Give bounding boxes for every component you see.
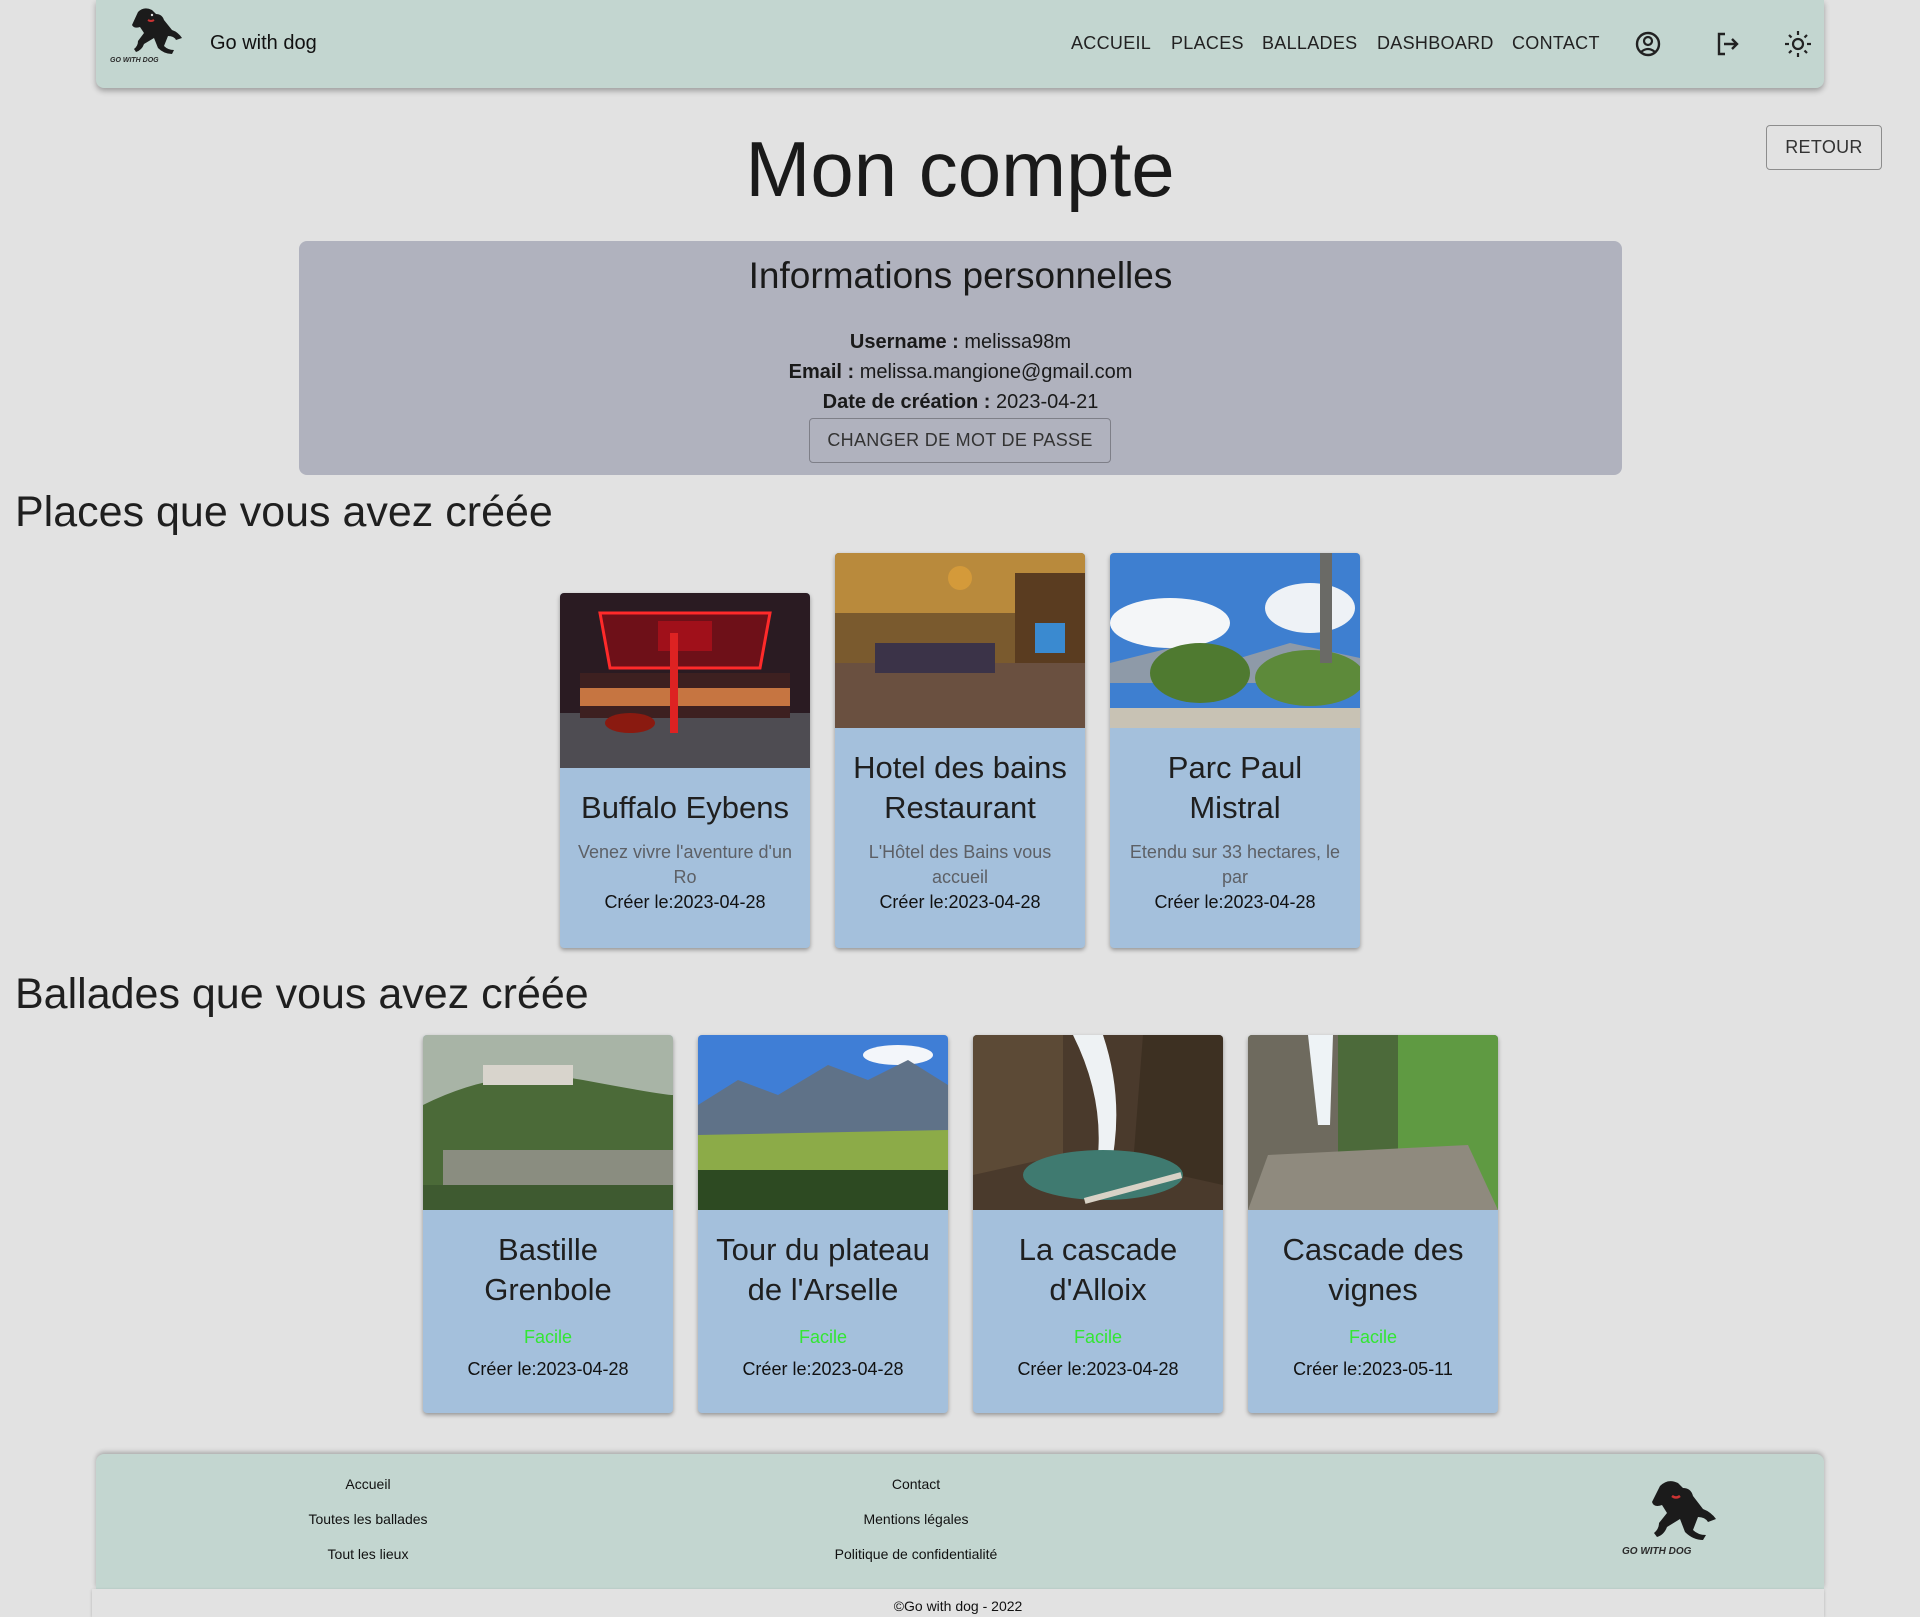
place-description: L'Hôtel des Bains vous accueil — [868, 842, 1052, 887]
ballade-image — [973, 1035, 1223, 1210]
creation-date-label: Date de création : — [822, 391, 991, 413]
place-name: Parc Paul Mistral — [1167, 750, 1303, 825]
change-password-button[interactable]: CHANGER DE MOT DE PASSE — [809, 418, 1111, 463]
footer-link-accueil[interactable]: Accueil — [218, 1476, 518, 1492]
email-value: melissa.mangione@gmail.com — [859, 361, 1133, 383]
place-image — [835, 553, 1085, 728]
place-card[interactable]: Hotel des bains Restaurant L'Hôtel des B… — [835, 553, 1085, 948]
ballade-image — [1248, 1035, 1498, 1210]
username-label: Username : — [849, 331, 959, 353]
ballade-date: Créer le:2023-04-28 — [1017, 1359, 1179, 1379]
email-label: Email : — [788, 361, 855, 383]
ballade-name: Tour du plateau de l'Arselle — [716, 1232, 930, 1307]
place-name: Hotel des bains Restaurant — [853, 750, 1067, 825]
place-image — [560, 593, 810, 768]
ballade-name: Bastille Grenbole — [484, 1232, 612, 1307]
ballade-card[interactable]: Cascade des vignes Facile Créer le:2023-… — [1248, 1035, 1498, 1413]
ballade-difficulty: Facile — [523, 1327, 572, 1347]
nav-dashboard[interactable]: DASHBOARD — [1377, 33, 1494, 54]
ballade-difficulty: Facile — [798, 1327, 847, 1347]
nav-accueil[interactable]: ACCUEIL — [1071, 33, 1151, 54]
place-date: Créer le:2023-04-28 — [879, 892, 1041, 912]
account-icon[interactable] — [1632, 28, 1664, 60]
logout-icon[interactable] — [1711, 28, 1743, 60]
username-value: melissa98m — [964, 331, 1072, 353]
copyright-text: ©Go with dog - 2022 — [893, 1598, 1023, 1614]
ballade-image — [423, 1035, 673, 1210]
ballade-name: La cascade d'Alloix — [1018, 1232, 1178, 1307]
footer-link-privacy[interactable]: Politique de confidentialité — [766, 1546, 1066, 1562]
place-description: Etendu sur 33 hectares, le par — [1129, 842, 1341, 887]
theme-toggle-sun-icon[interactable] — [1782, 28, 1814, 60]
nav-contact[interactable]: CONTACT — [1512, 33, 1600, 54]
footer-link-ballades[interactable]: Toutes les ballades — [218, 1511, 518, 1527]
brand-name[interactable]: Go with dog — [210, 32, 317, 55]
email-line: Email : melissa.mangione@gmail.com — [299, 361, 1622, 384]
place-date: Créer le:2023-04-28 — [604, 892, 766, 912]
ballade-difficulty: Facile — [1348, 1327, 1397, 1347]
ballade-name: Cascade des vignes — [1282, 1232, 1464, 1307]
place-image — [1110, 553, 1360, 728]
footer-link-contact[interactable]: Contact — [766, 1476, 1066, 1492]
username-line: Username : melissa98m — [299, 331, 1622, 354]
place-name: Buffalo Eybens — [581, 790, 789, 825]
creation-date-line: Date de création : 2023-04-21 — [299, 391, 1622, 414]
footer-link-mentions[interactable]: Mentions légales — [766, 1511, 1066, 1527]
copyright-bar: ©Go with dog - 2022 — [92, 1589, 1824, 1617]
ballade-image — [698, 1035, 948, 1210]
place-date: Créer le:2023-04-28 — [1154, 892, 1316, 912]
ballade-date: Créer le:2023-05-11 — [1293, 1359, 1453, 1379]
footer: Accueil Toutes les ballades Tout les lie… — [96, 1454, 1824, 1589]
ballade-difficulty: Facile — [1073, 1327, 1122, 1347]
ballades-section-title: Ballades que vous avez créée — [15, 970, 589, 1018]
ballade-card[interactable]: Tour du plateau de l'Arselle Facile Crée… — [698, 1035, 948, 1413]
place-card[interactable]: Parc Paul Mistral Etendu sur 33 hectares… — [1110, 553, 1360, 948]
footer-logo-text: GO WITH DOG — [1622, 1546, 1692, 1557]
personal-info-panel: Informations personnelles Username : mel… — [299, 241, 1622, 475]
place-description: Venez vivre l'aventure d'un Ro — [577, 842, 792, 887]
logo-text: GO WITH DOG — [110, 57, 159, 64]
footer-link-lieux[interactable]: Tout les lieux — [218, 1546, 518, 1562]
nav-places[interactable]: PLACES — [1171, 33, 1244, 54]
ballade-date: Créer le:2023-04-28 — [742, 1359, 904, 1379]
ballade-date: Créer le:2023-04-28 — [467, 1359, 629, 1379]
place-card[interactable]: Buffalo Eybens Venez vivre l'aventure d'… — [560, 593, 810, 948]
ballade-card[interactable]: Bastille Grenbole Facile Créer le:2023-0… — [423, 1035, 673, 1413]
creation-date-value: 2023-04-21 — [996, 391, 1099, 413]
page-title: Mon compte — [745, 125, 1175, 213]
info-title: Informations personnelles — [748, 255, 1173, 296]
footer-dog-logo-icon: GO WITH DOG — [1620, 1474, 1720, 1558]
ballade-card[interactable]: La cascade d'Alloix Facile Créer le:2023… — [973, 1035, 1223, 1413]
places-section-title: Places que vous avez créée — [15, 488, 553, 536]
top-navbar: GO WITH DOG Go with dog ACCUEIL PLACES B… — [96, 0, 1824, 88]
nav-ballades[interactable]: BALLADES — [1262, 33, 1357, 54]
dog-logo-icon[interactable]: GO WITH DOG — [108, 4, 186, 66]
